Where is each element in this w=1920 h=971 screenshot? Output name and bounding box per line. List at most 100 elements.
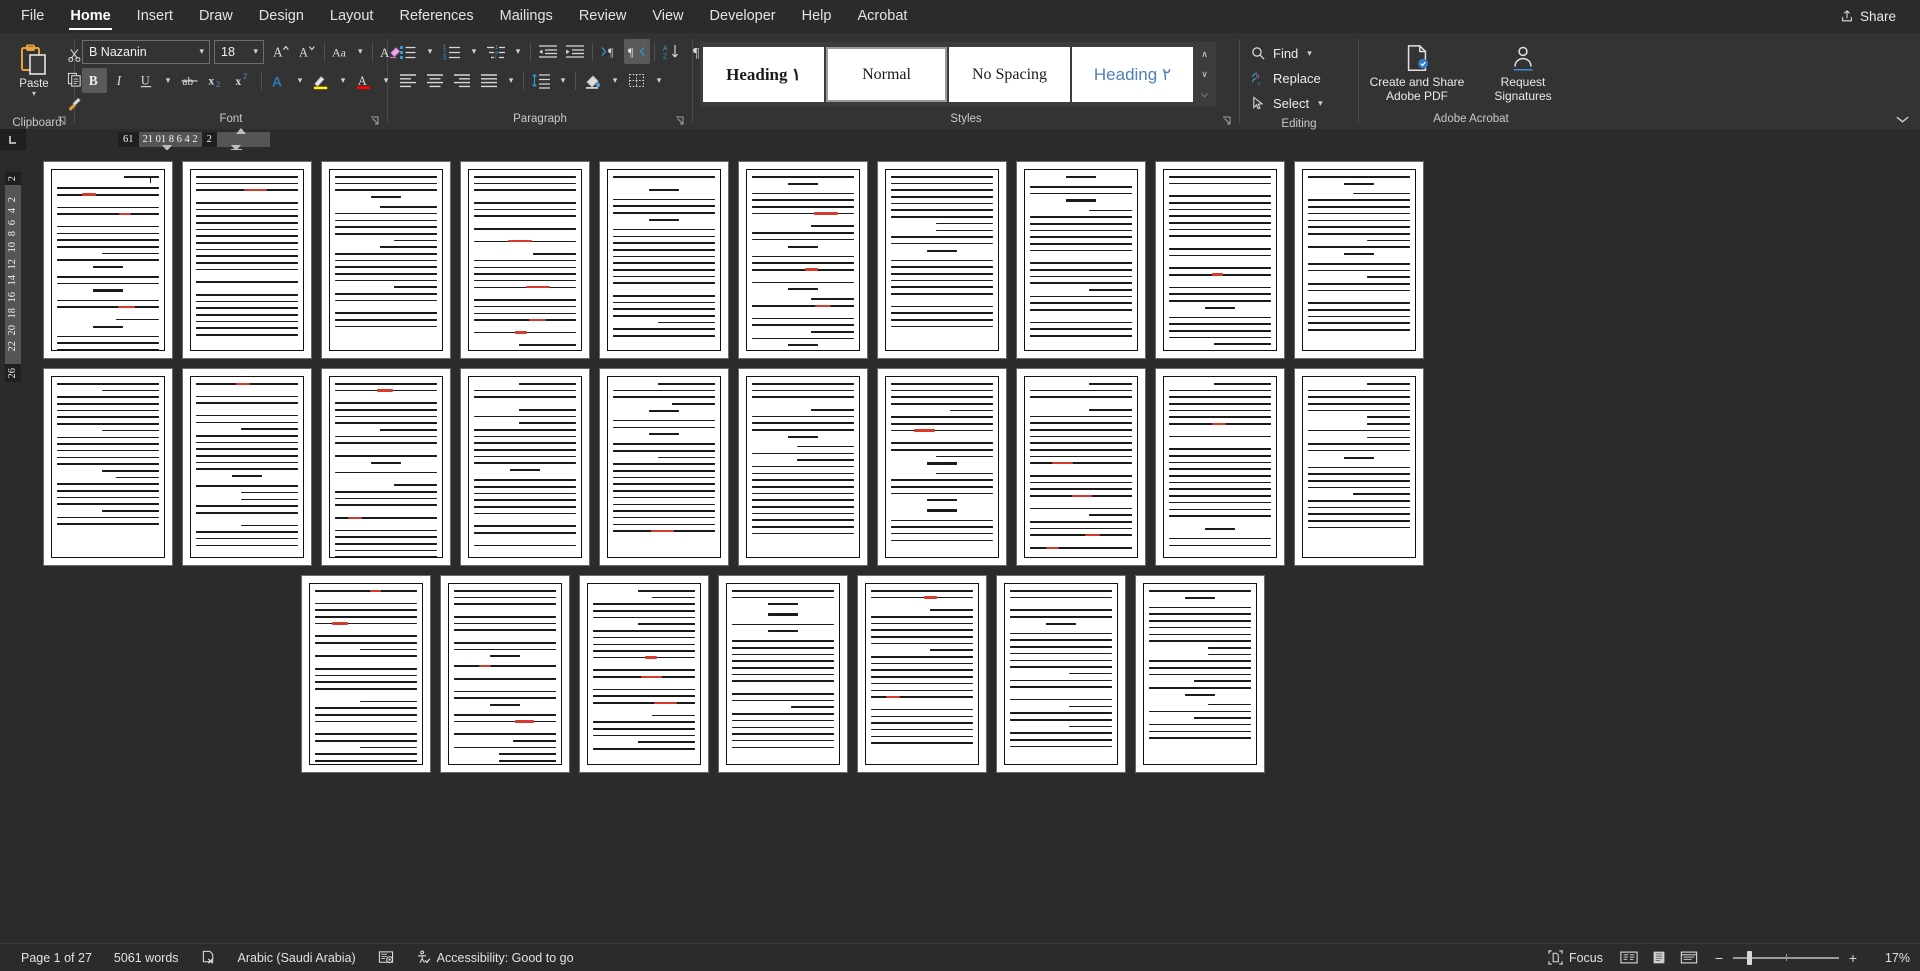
style-heading-2[interactable]: Heading ٢ [1072,47,1193,102]
zoom-slider[interactable]: − + [1712,950,1860,966]
bullets-button[interactable] [395,39,421,64]
align-right-button[interactable] [449,68,475,93]
align-left-button[interactable] [395,68,421,93]
page-thumbnail[interactable] [44,369,172,565]
page-thumbnail[interactable] [44,162,172,358]
font-size-input[interactable]: 18 ▾ [214,39,264,64]
highlight-button[interactable] [309,68,334,93]
page-thumbnail[interactable] [1017,162,1145,358]
left-to-right-button[interactable]: ¶ [597,39,623,64]
strikethrough-button[interactable]: ab [177,68,203,93]
shading-button[interactable] [580,68,606,93]
increase-indent-button[interactable] [562,39,588,64]
tab-insert[interactable]: Insert [124,1,186,32]
multilevel-list-button[interactable]: 1 a i [483,39,509,64]
underline-chevron-down-icon[interactable]: ▾ [160,68,176,93]
page-thumbnail[interactable] [739,162,867,358]
read-mode-button[interactable] [1614,947,1644,969]
tab-review[interactable]: Review [566,1,640,32]
page-thumbnail[interactable] [719,576,847,772]
change-case-button[interactable]: Aa ▾ [329,39,368,64]
page-thumbnail[interactable] [322,162,450,358]
subscript-button[interactable]: x2 [204,68,230,93]
tab-file[interactable]: File [8,1,57,32]
accessibility-status[interactable]: Accessibility: Good to go [405,947,585,969]
style-heading-1[interactable]: Heading ١ [703,47,824,102]
styles-dialog-launcher[interactable] [1222,116,1233,127]
numbering-button[interactable]: 1 2 3 [439,39,465,64]
page-thumbnail[interactable] [183,162,311,358]
line-spacing-button[interactable] [528,68,554,93]
page-thumbnail[interactable] [302,576,430,772]
clipboard-dialog-launcher[interactable] [57,116,68,127]
grow-font-button[interactable]: A [269,39,294,64]
print-layout-button[interactable] [1644,947,1674,969]
tab-acrobat[interactable]: Acrobat [844,1,920,32]
dictate-status-button[interactable] [367,947,405,969]
style-normal[interactable]: Normal [826,47,947,102]
font-name-chevron-down-icon[interactable]: ▾ [197,46,206,57]
right-to-left-button[interactable]: ¶ [624,39,650,64]
styles-scroll-down-button[interactable]: ∨ [1196,65,1213,84]
zoom-level-label[interactable]: 17% [1868,951,1910,965]
tab-design[interactable]: Design [246,1,317,32]
page-thumbnail[interactable] [878,369,1006,565]
superscript-button[interactable]: x2 [231,68,257,93]
page-thumbnail[interactable] [1156,162,1284,358]
shading-chevron-down-icon[interactable]: ▾ [607,68,623,93]
multilevel-chevron-down-icon[interactable]: ▾ [510,39,526,64]
paste-dropdown-chevron[interactable]: ▾ [32,90,36,98]
page-thumbnail[interactable] [1017,369,1145,565]
page-thumbnail[interactable] [580,576,708,772]
page-thumbnails-area[interactable] [26,150,1920,943]
select-chevron-down-icon[interactable]: ▾ [1316,98,1325,109]
sort-button[interactable]: AZ [659,39,685,64]
zoom-thumb[interactable] [1747,950,1752,965]
align-center-button[interactable] [422,68,448,93]
tab-references[interactable]: References [386,1,486,32]
request-signatures-button[interactable]: Request Signatures [1472,41,1574,103]
decrease-indent-button[interactable] [535,39,561,64]
tab-draw[interactable]: Draw [186,1,246,32]
font-size-chevron-down-icon[interactable]: ▾ [251,46,260,57]
tab-layout[interactable]: Layout [317,1,387,32]
page-thumbnail[interactable] [441,576,569,772]
collapse-ribbon-button[interactable] [1895,114,1910,124]
text-effects-button[interactable]: A [266,68,291,93]
bullets-chevron-down-icon[interactable]: ▾ [422,39,438,64]
tab-developer[interactable]: Developer [697,1,789,32]
focus-mode-button[interactable]: Focus [1537,947,1614,969]
page-thumbnail[interactable] [183,369,311,565]
tab-home[interactable]: Home [57,1,123,32]
page-number-status[interactable]: Page 1 of 27 [10,947,103,969]
styles-more-button[interactable]: ⌵ [1196,85,1213,104]
page-thumbnail[interactable] [1295,369,1423,565]
replace-button[interactable]: b c Replace [1247,67,1333,90]
bold-button[interactable]: B [82,68,107,93]
page-thumbnail[interactable] [600,369,728,565]
font-name-input[interactable]: B Nazanin ▾ [82,39,210,64]
find-button[interactable]: Find ▾ [1247,42,1333,65]
styles-scroll-up-button[interactable]: ∧ [1196,45,1213,64]
vertical-ruler[interactable]: 2 2 4 6 8 10 12 14 16 18 20 22 26 [5,172,21,382]
find-chevron-down-icon[interactable]: ▾ [1305,48,1314,59]
borders-button[interactable] [624,68,650,93]
page-thumbnail[interactable] [858,576,986,772]
first-line-indent-marker[interactable] [236,128,246,134]
change-case-chevron-down-icon[interactable]: ▾ [356,46,365,57]
tab-view[interactable]: View [639,1,696,32]
select-button[interactable]: Select ▾ [1247,92,1333,115]
borders-chevron-down-icon[interactable]: ▾ [651,68,667,93]
word-count-status[interactable]: 5061 words [103,947,190,969]
paragraph-dialog-launcher[interactable] [675,116,686,127]
zoom-out-button[interactable]: − [1712,950,1726,966]
line-spacing-chevron-down-icon[interactable]: ▾ [555,68,571,93]
page-thumbnail[interactable] [1156,369,1284,565]
page-thumbnail[interactable] [878,162,1006,358]
justify-button[interactable] [476,68,502,93]
zoom-track[interactable] [1733,950,1839,965]
paste-button[interactable]: Paste ▾ [7,41,61,98]
numbering-chevron-down-icon[interactable]: ▾ [466,39,482,64]
tab-mailings[interactable]: Mailings [487,1,566,32]
page-thumbnail[interactable] [461,369,589,565]
